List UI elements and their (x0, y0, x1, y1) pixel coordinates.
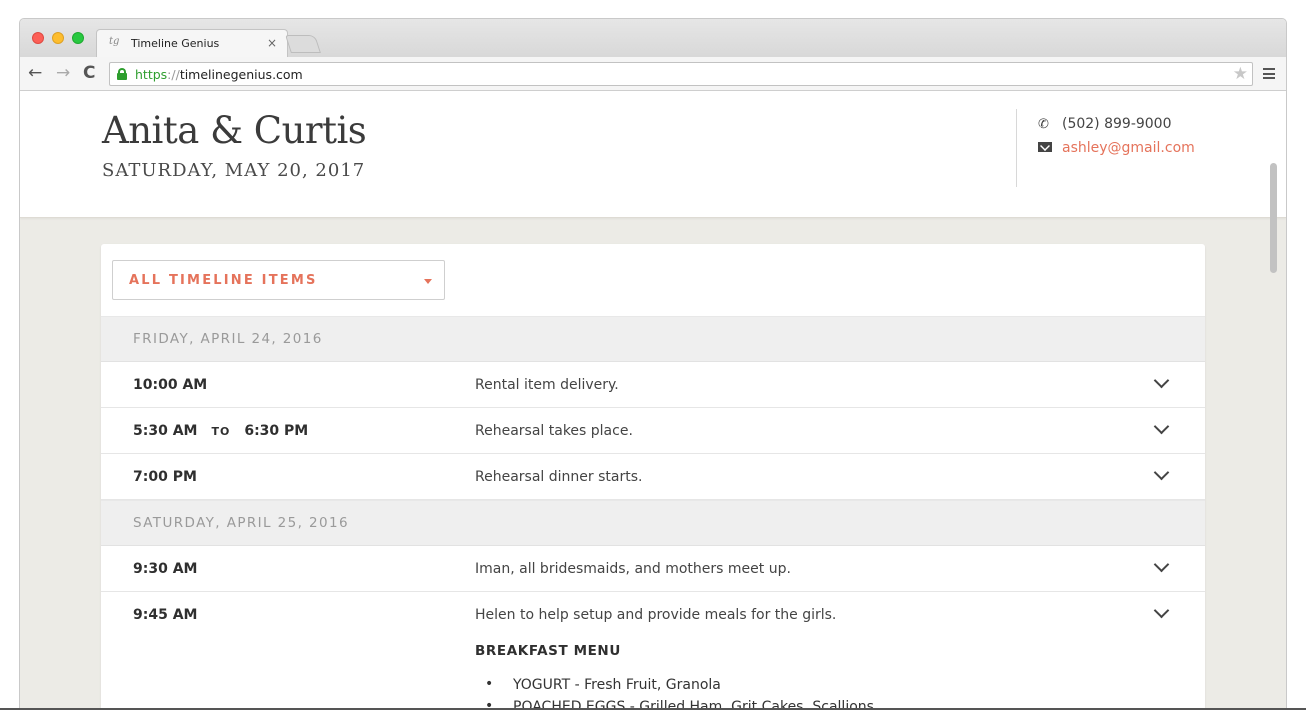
url-text[interactable]: https://timelinegenius.com (135, 67, 303, 82)
menu-item: YOGURT - Fresh Fruit, Granola (485, 676, 874, 699)
back-arrow-icon[interactable]: ← (28, 63, 42, 83)
browser-toolbar: ← → C https://timelinegenius.com ★ (20, 57, 1286, 91)
day-label: SATURDAY, APRIL 25, 2016 (133, 515, 349, 531)
timeline-filter-dropdown[interactable]: ALL TIMELINE ITEMS (112, 260, 445, 300)
phone-icon: ✆ (1038, 117, 1049, 132)
item-time: 9:30 AM (133, 561, 198, 577)
tab-title: Timeline Genius (131, 37, 220, 50)
timeline-row[interactable]: 9:30 AM Iman, all bridesmaids, and mothe… (101, 546, 1205, 592)
close-window-button[interactable] (32, 32, 44, 44)
timeline-row[interactable]: 7:00 PM Rehearsal dinner starts. (101, 454, 1205, 500)
start-time: 5:30 AM (133, 423, 198, 439)
forward-arrow-icon[interactable]: → (56, 63, 70, 83)
tab-strip: tg Timeline Genius × (20, 19, 1286, 58)
chevron-down-icon[interactable] (1153, 418, 1170, 435)
address-bar[interactable]: https://timelinegenius.com ★ (109, 62, 1253, 86)
item-description: Iman, all bridesmaids, and mothers meet … (475, 561, 791, 577)
reload-icon[interactable]: C (83, 63, 95, 83)
day-header: SATURDAY, APRIL 25, 2016 (101, 500, 1205, 546)
item-description: Rental item delivery. (475, 377, 619, 393)
day-header: FRIDAY, APRIL 24, 2016 (101, 316, 1205, 362)
to-label: TO (211, 425, 231, 438)
browser-menu-icon[interactable] (1263, 68, 1275, 79)
couple-names: Anita & Curtis (102, 109, 367, 152)
caret-down-icon (424, 279, 432, 284)
chevron-down-icon[interactable] (1153, 602, 1170, 619)
header-divider (1016, 109, 1017, 187)
phone-number: (502) 899-9000 (1062, 116, 1172, 132)
page-scrollbar[interactable] (1270, 163, 1277, 273)
wedding-date: SATURDAY, MAY 20, 2017 (102, 160, 366, 181)
item-description: Rehearsal takes place. (475, 423, 633, 439)
page-content: Anita & Curtis SATURDAY, MAY 20, 2017 ✆ (… (20, 91, 1286, 710)
timeline-card: ALL TIMELINE ITEMS FRIDAY, APRIL 24, 201… (101, 244, 1205, 710)
browser-tab[interactable]: tg Timeline Genius × (96, 29, 288, 58)
item-time-range: 5:30 AM TO 6:30 PM (133, 423, 308, 439)
email-contact[interactable]: ashley@gmail.com (1038, 140, 1195, 156)
new-tab-button[interactable] (285, 35, 321, 53)
email-address[interactable]: ashley@gmail.com (1062, 140, 1195, 156)
browser-window: tg Timeline Genius × ← → C https://timel… (19, 18, 1287, 710)
envelope-icon (1038, 142, 1052, 152)
lock-icon (117, 68, 127, 80)
day-label: FRIDAY, APRIL 24, 2016 (133, 331, 323, 347)
item-description: Helen to help setup and provide meals fo… (475, 607, 837, 623)
minimize-window-button[interactable] (52, 32, 64, 44)
zoom-window-button[interactable] (72, 32, 84, 44)
timeline-row[interactable]: 10:00 AM Rental item delivery. (101, 362, 1205, 408)
end-time: 6:30 PM (244, 423, 309, 439)
item-time: 10:00 AM (133, 377, 208, 393)
page-header: Anita & Curtis SATURDAY, MAY 20, 2017 ✆ (… (20, 91, 1286, 218)
tab-close-icon[interactable]: × (267, 36, 277, 50)
chevron-down-icon[interactable] (1153, 464, 1170, 481)
item-time: 7:00 PM (133, 469, 197, 485)
breakfast-menu-list: YOGURT - Fresh Fruit, Granola POACHED EG… (485, 676, 874, 710)
filter-label: ALL TIMELINE ITEMS (129, 273, 318, 288)
timeline-row[interactable]: 5:30 AM TO 6:30 PM Rehearsal takes place. (101, 408, 1205, 454)
item-description: Rehearsal dinner starts. (475, 469, 643, 485)
item-time: 9:45 AM (133, 607, 198, 623)
favicon-icon: tg (109, 36, 120, 47)
chevron-down-icon[interactable] (1153, 372, 1170, 389)
chevron-down-icon[interactable] (1153, 556, 1170, 573)
phone-contact[interactable]: ✆ (502) 899-9000 (1038, 116, 1172, 132)
bookmark-star-icon[interactable]: ★ (1233, 64, 1248, 84)
breakfast-menu-title: BREAKFAST MENU (475, 643, 621, 659)
